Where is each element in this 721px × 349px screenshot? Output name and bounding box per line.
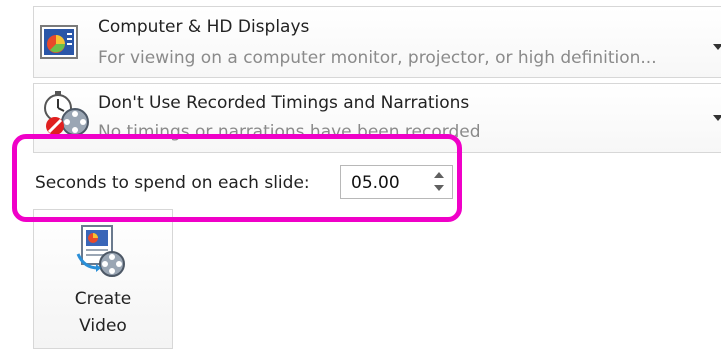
chevron-down-icon[interactable] bbox=[713, 44, 721, 50]
create-video-label-line1: Create bbox=[74, 289, 132, 309]
chevron-down-icon[interactable] bbox=[713, 115, 721, 121]
quality-subtitle: For viewing on a computer monitor, proje… bbox=[98, 48, 657, 68]
seconds-label: Seconds to spend on each slide: bbox=[35, 173, 310, 193]
timings-subtitle: No timings or narrations have been recor… bbox=[98, 122, 481, 142]
create-video-icon bbox=[74, 224, 134, 284]
stopwatch-film-icon bbox=[38, 88, 94, 148]
quality-dropdown[interactable]: Computer & HD Displays For viewing on a … bbox=[33, 6, 721, 78]
create-video-label-line2: Video bbox=[79, 316, 127, 336]
timings-dropdown[interactable]: Don't Use Recorded Timings and Narration… bbox=[33, 83, 721, 153]
spin-down-icon[interactable] bbox=[434, 185, 444, 191]
display-icon bbox=[40, 23, 80, 67]
quality-title: Computer & HD Displays bbox=[98, 17, 310, 37]
timings-title: Don't Use Recorded Timings and Narration… bbox=[98, 93, 470, 113]
spin-up-icon[interactable] bbox=[434, 172, 444, 178]
seconds-value[interactable]: 05.00 bbox=[351, 173, 400, 193]
create-video-button[interactable]: Create Video bbox=[33, 209, 173, 349]
seconds-stepper[interactable]: 05.00 bbox=[340, 165, 453, 199]
